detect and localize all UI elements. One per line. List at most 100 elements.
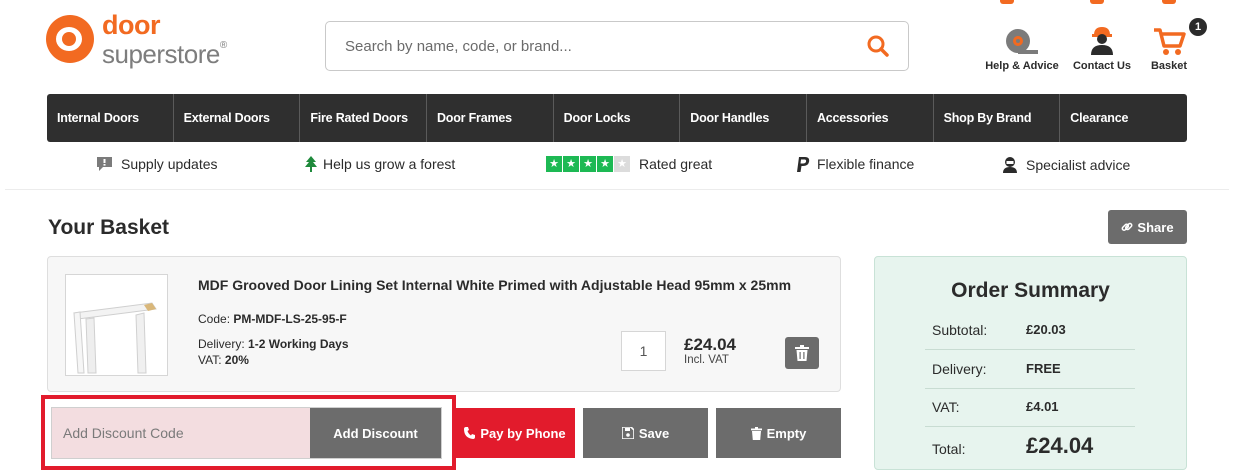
product-code-row: Code: PM-MDF-LS-25-95-F — [198, 312, 347, 326]
star-icon: ★ — [563, 156, 579, 172]
nav-accessories[interactable]: Accessories — [807, 94, 934, 142]
nav-door-frames[interactable]: Door Frames — [427, 94, 554, 142]
nav-clearance[interactable]: Clearance — [1060, 94, 1187, 142]
tree-icon — [305, 156, 317, 172]
discount-code-input[interactable] — [52, 408, 310, 458]
usp-label: Flexible finance — [817, 156, 915, 172]
site-header: door superstore® Help & Advice — [0, 0, 1234, 92]
product-name[interactable]: MDF Grooved Door Lining Set Internal Whi… — [198, 277, 798, 293]
star-icon: ★ — [597, 156, 613, 172]
specialist-icon — [1003, 157, 1017, 173]
vat-summary-row: VAT: £4.01 — [932, 399, 1059, 415]
summary-divider — [925, 388, 1135, 389]
vat-summary-value: £4.01 — [1026, 399, 1059, 414]
subtotal-label: Subtotal: — [932, 322, 988, 338]
usp-label: Help us grow a forest — [323, 156, 456, 172]
price-vat-note: Incl. VAT — [684, 354, 729, 366]
help-advice-link[interactable]: Help & Advice — [980, 22, 1064, 72]
link-icon — [1121, 222, 1133, 231]
product-image[interactable] — [65, 274, 168, 376]
basket-item: MDF Grooved Door Lining Set Internal Whi… — [47, 256, 841, 392]
logo-text-line2: superstore — [102, 38, 220, 69]
delivery-label: Delivery: — [198, 337, 245, 351]
help-advice-label: Help & Advice — [985, 60, 1059, 72]
header-top-accent — [1090, 0, 1104, 4]
total-label: Total: — [932, 441, 966, 457]
quantity-input[interactable]: 1 — [621, 331, 666, 371]
cart-icon — [1154, 28, 1186, 55]
contact-us-link[interactable]: Contact Us — [1070, 22, 1134, 72]
header-top-accent — [1162, 0, 1176, 4]
usp-label: Specialist advice — [1026, 156, 1131, 173]
search-bar — [325, 21, 909, 71]
contact-us-label: Contact Us — [1072, 60, 1132, 72]
empty-label: Empty — [766, 425, 807, 441]
order-summary: Order Summary Subtotal: £20.03 Delivery:… — [874, 256, 1187, 470]
nav-door-handles[interactable]: Door Handles — [680, 94, 807, 142]
usp-grow-forest[interactable]: Help us grow a forest — [305, 156, 455, 172]
empty-basket-button[interactable]: Empty — [716, 408, 841, 458]
search-input[interactable] — [326, 23, 846, 69]
pay-by-phone-button[interactable]: Pay by Phone — [455, 408, 575, 458]
header-links: Help & Advice Contact Us 1 Basket — [980, 18, 1207, 72]
delivery-summary-label: Delivery: — [932, 361, 987, 377]
header-top-accent — [1000, 0, 1014, 4]
usp-bar: Supply updates Help us grow a forest ★ ★… — [0, 152, 1234, 180]
share-button[interactable]: Share — [1108, 210, 1187, 244]
speech-bubble-icon — [97, 157, 112, 171]
subtotal-value: £20.03 — [1026, 322, 1066, 337]
product-code: PM-MDF-LS-25-95-F — [233, 312, 347, 326]
remove-item-button[interactable] — [785, 337, 819, 369]
logo-text-line1: door — [102, 9, 160, 40]
logo-registered-mark: ® — [219, 39, 227, 51]
usp-flexible-finance[interactable]: Flexible finance — [797, 156, 914, 172]
nav-shop-by-brand[interactable]: Shop By Brand — [934, 94, 1061, 142]
nav-door-locks[interactable]: Door Locks — [554, 94, 681, 142]
trash-icon — [795, 345, 809, 361]
vat-row: VAT: 20% — [198, 353, 249, 367]
total-value: £24.04 — [1026, 433, 1094, 458]
vat-summary-label: VAT: — [932, 399, 960, 415]
site-logo[interactable]: door superstore® — [46, 8, 256, 70]
star-icon: ★ — [580, 156, 596, 172]
total-row: Total: £24.04 — [932, 433, 1093, 459]
discount-form: Add Discount — [51, 407, 442, 459]
delivery-summary-row: Delivery: FREE — [932, 361, 1061, 377]
delivery-time: 1-2 Working Days — [248, 337, 349, 351]
save-basket-button[interactable]: Save — [583, 408, 708, 458]
delivery-summary-value: FREE — [1026, 361, 1061, 376]
subtotal-row: Subtotal: £20.03 — [932, 322, 1066, 338]
usp-supply-updates[interactable]: Supply updates — [96, 156, 218, 172]
tape-measure-icon — [1006, 29, 1038, 54]
contact-person-icon — [1091, 27, 1113, 55]
share-label: Share — [1137, 219, 1174, 235]
vat-label: VAT: — [198, 353, 222, 367]
code-label: Code: — [198, 312, 231, 326]
rating-stars-icon: ★ ★ ★ ★ ★ — [546, 156, 631, 172]
usp-rated-great[interactable]: ★ ★ ★ ★ ★ Rated great — [546, 156, 712, 172]
basket-link[interactable]: 1 Basket — [1140, 18, 1207, 72]
summary-divider — [925, 349, 1135, 350]
item-price: £24.04 — [684, 335, 736, 354]
usp-label: Rated great — [639, 156, 713, 172]
save-icon — [621, 427, 634, 439]
paypal-icon — [797, 156, 810, 172]
trash-icon — [750, 426, 762, 440]
door-lining-product-image — [73, 302, 157, 374]
search-icon[interactable] — [866, 34, 890, 58]
star-icon: ★ — [614, 156, 630, 172]
pay-by-phone-label: Pay by Phone — [480, 425, 566, 441]
basket-label: Basket — [1150, 60, 1188, 72]
order-summary-title: Order Summary — [951, 279, 1110, 302]
logo-icon — [46, 15, 94, 63]
section-divider — [5, 189, 1229, 190]
phone-icon — [464, 427, 476, 439]
summary-divider — [925, 426, 1135, 427]
delivery-row: Delivery: 1-2 Working Days — [198, 337, 349, 351]
add-discount-button[interactable]: Add Discount — [310, 408, 441, 458]
nav-external-doors[interactable]: External Doors — [174, 94, 301, 142]
usp-label: Supply updates — [121, 156, 218, 172]
usp-specialist-advice[interactable]: Specialist advice — [1002, 156, 1130, 173]
nav-fire-rated-doors[interactable]: Fire Rated Doors — [300, 94, 427, 142]
nav-internal-doors[interactable]: Internal Doors — [47, 94, 174, 142]
